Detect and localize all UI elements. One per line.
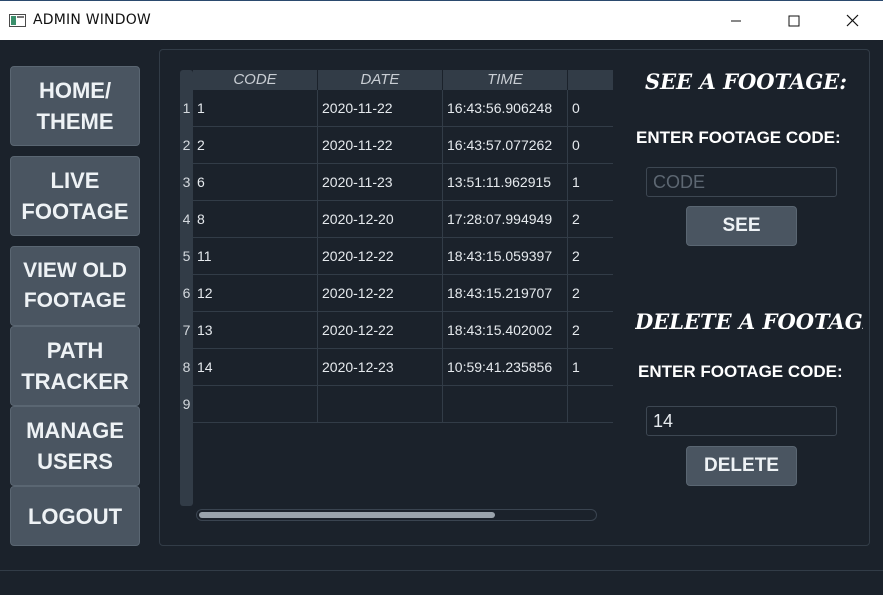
see-footage-title: SEE A FOOTAGE: (645, 69, 848, 94)
delete-footage-code-label: ENTER FOOTAGE CODE: (638, 362, 843, 381)
close-button[interactable] (823, 1, 881, 40)
table-cell[interactable]: 2 (568, 312, 613, 349)
table-cell[interactable]: 2020-12-20 (318, 201, 443, 238)
minimize-icon (731, 20, 741, 21)
window-app-icon (9, 14, 26, 27)
table-cell[interactable]: 10:59:41.235856 (443, 349, 568, 386)
table-cell[interactable]: 2020-12-22 (318, 238, 443, 275)
table-cell[interactable] (193, 386, 318, 423)
table-cell[interactable]: 2 (568, 275, 613, 312)
delete-footage-code-input[interactable] (646, 406, 837, 436)
view-old-footage-button[interactable]: VIEW OLD FOOTAGE (10, 246, 140, 326)
horizontal-scrollbar[interactable] (196, 509, 597, 521)
maximize-icon (788, 15, 800, 26)
table-row[interactable]: 6 12 2020-12-22 18:43:15.219707 2 (180, 275, 613, 312)
status-bar-divider (0, 570, 883, 571)
table-cell[interactable]: 2020-12-22 (318, 275, 443, 312)
table-cell[interactable] (443, 386, 568, 423)
table-row[interactable]: 9 (180, 386, 613, 423)
row-number[interactable]: 4 (180, 201, 193, 238)
table-cell[interactable]: 18:43:15.219707 (443, 275, 568, 312)
table-row[interactable]: 5 11 2020-12-22 18:43:15.059397 2 (180, 238, 613, 275)
column-header-code[interactable]: CODE (193, 70, 318, 90)
close-icon (846, 14, 858, 27)
table-row[interactable]: 1 1 2020-11-22 16:43:56.906248 0 (180, 90, 613, 127)
title-bar[interactable]: ADMIN WINDOW (0, 0, 883, 40)
live-footage-button[interactable]: LIVE FOOTAGE (10, 156, 140, 236)
table-cell[interactable]: 2020-11-22 (318, 90, 443, 127)
table-cell[interactable]: 11 (193, 238, 318, 275)
table-cell[interactable]: 0 (568, 90, 613, 127)
table-row[interactable]: 2 2 2020-11-22 16:43:57.077262 0 (180, 127, 613, 164)
table-cell[interactable]: 13:51:11.962915 (443, 164, 568, 201)
footage-table[interactable]: CODE DATE TIME 1 1 2020-11-22 16:43:56.9062… (180, 70, 613, 506)
window-title: ADMIN WINDOW (33, 12, 151, 28)
row-number[interactable]: 8 (180, 349, 193, 386)
column-header-date[interactable]: DATE (318, 70, 443, 90)
scrollbar-thumb[interactable] (199, 512, 495, 518)
table-cell[interactable]: 13 (193, 312, 318, 349)
row-number[interactable]: 3 (180, 164, 193, 201)
table-cell[interactable]: 2 (568, 238, 613, 275)
table-cell[interactable]: 16:43:56.906248 (443, 90, 568, 127)
table-row[interactable]: 4 8 2020-12-20 17:28:07.994949 2 (180, 201, 613, 238)
table-cell[interactable]: 12 (193, 275, 318, 312)
row-number[interactable]: 5 (180, 238, 193, 275)
table-cell[interactable]: 17:28:07.994949 (443, 201, 568, 238)
table-cell[interactable] (318, 386, 443, 423)
see-footage-code-input[interactable] (646, 167, 837, 197)
table-cell[interactable]: 2020-11-23 (318, 164, 443, 201)
table-cell[interactable]: 2020-12-22 (318, 312, 443, 349)
table-cell[interactable]: 2020-11-22 (318, 127, 443, 164)
table-row[interactable]: 7 13 2020-12-22 18:43:15.402002 2 (180, 312, 613, 349)
table-cell[interactable]: 1 (568, 349, 613, 386)
table-cell[interactable]: 18:43:15.402002 (443, 312, 568, 349)
manage-users-button[interactable]: MANAGE USERS (10, 406, 140, 486)
see-footage-code-label: ENTER FOOTAGE CODE: (636, 128, 841, 147)
delete-footage-title: DELETE A FOOTAGE: (635, 309, 863, 334)
column-header-4[interactable] (568, 70, 613, 90)
table-cell[interactable]: 8 (193, 201, 318, 238)
row-number[interactable]: 7 (180, 312, 193, 349)
table-cell[interactable]: 6 (193, 164, 318, 201)
table-cell[interactable]: 2 (568, 201, 613, 238)
see-button[interactable]: SEE (686, 206, 797, 246)
home-theme-button[interactable]: HOME/ THEME (10, 66, 140, 146)
table-cell[interactable]: 0 (568, 127, 613, 164)
table-cell[interactable]: 18:43:15.059397 (443, 238, 568, 275)
row-number[interactable]: 2 (180, 127, 193, 164)
table-cell[interactable]: 2 (193, 127, 318, 164)
table-row[interactable]: 3 6 2020-11-23 13:51:11.962915 1 (180, 164, 613, 201)
logout-button[interactable]: LOGOUT (10, 486, 140, 546)
row-number[interactable]: 9 (180, 386, 193, 423)
table-cell[interactable]: 1 (568, 164, 613, 201)
path-tracker-button[interactable]: PATH TRACKER (10, 326, 140, 406)
table-row[interactable]: 8 14 2020-12-23 10:59:41.235856 1 (180, 349, 613, 386)
table-cell[interactable]: 1 (193, 90, 318, 127)
table-cell[interactable] (568, 386, 613, 423)
table-cell[interactable]: 14 (193, 349, 318, 386)
table-cell[interactable]: 2020-12-23 (318, 349, 443, 386)
maximize-button[interactable] (765, 1, 823, 40)
row-number[interactable]: 1 (180, 90, 193, 127)
column-header-time[interactable]: TIME (443, 70, 568, 90)
delete-button[interactable]: DELETE (686, 446, 797, 486)
minimize-button[interactable] (707, 1, 765, 40)
row-number[interactable]: 6 (180, 275, 193, 312)
table-cell[interactable]: 16:43:57.077262 (443, 127, 568, 164)
